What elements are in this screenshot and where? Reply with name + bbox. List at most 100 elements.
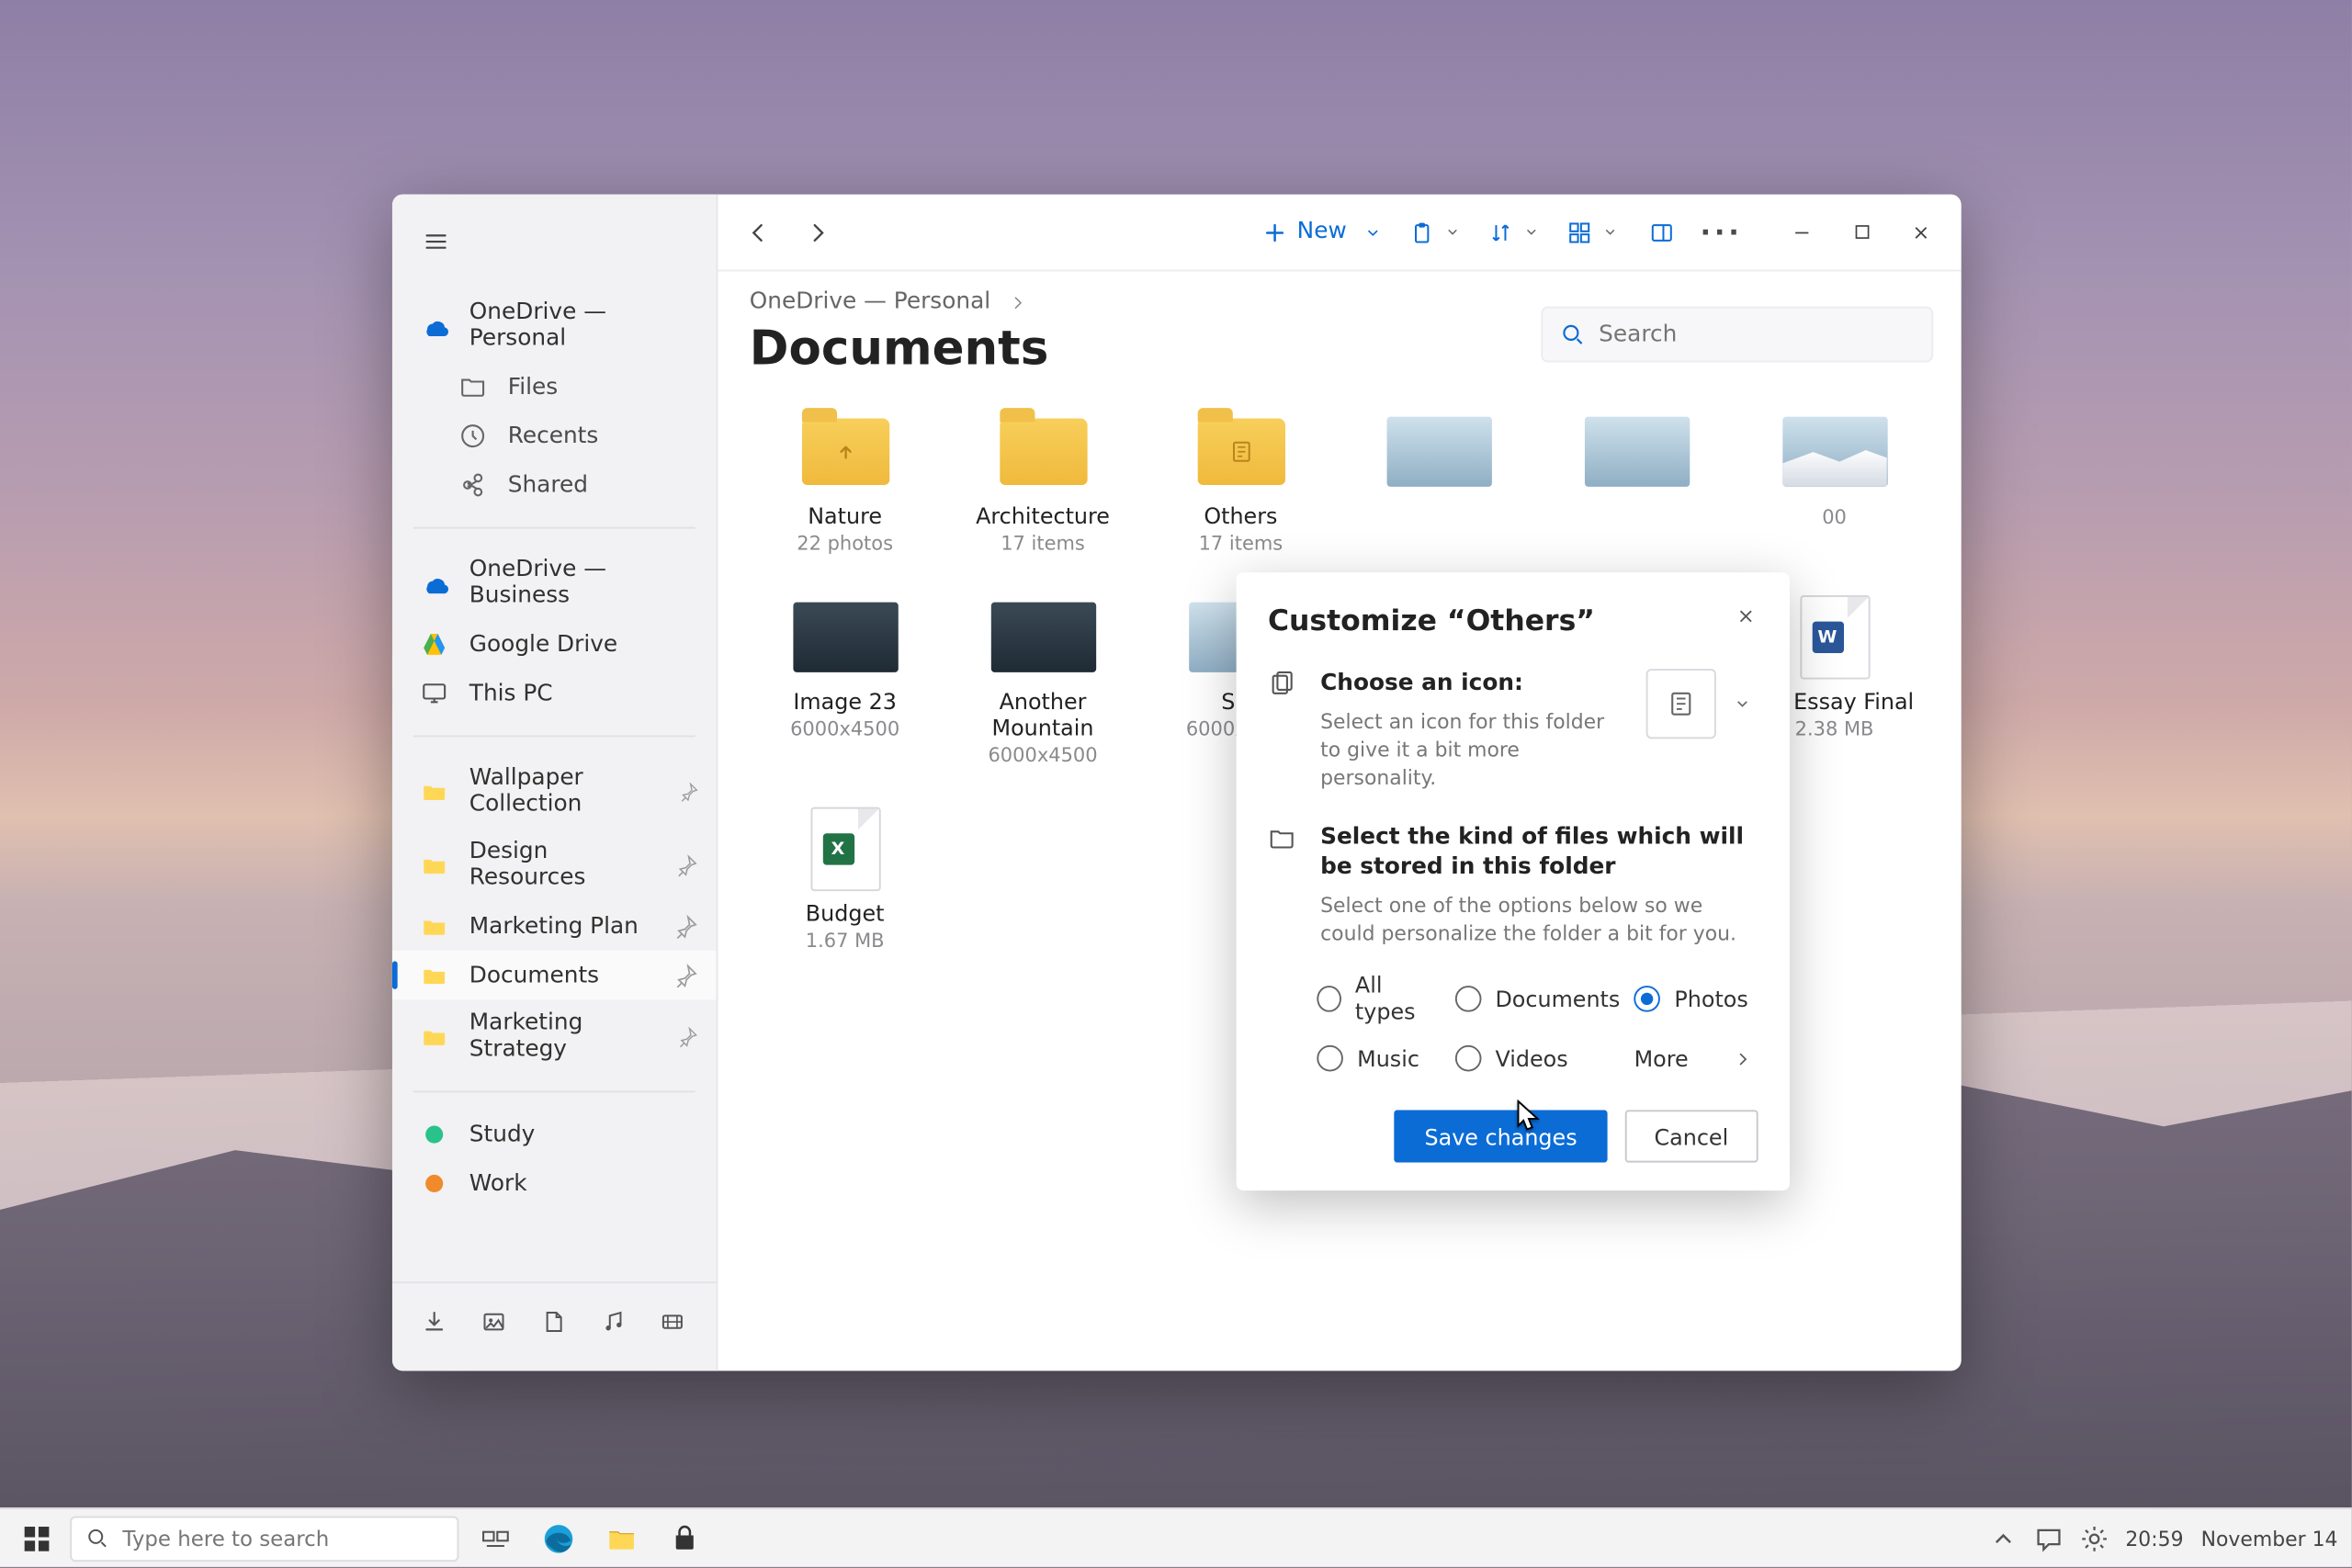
pictures-button[interactable] (469, 1297, 518, 1346)
grid-item[interactable]: 00 (1739, 400, 1930, 572)
layout-button[interactable] (1635, 206, 1688, 258)
chevron-down-icon (1444, 224, 1460, 240)
forward-button[interactable] (792, 206, 844, 258)
radio-photos[interactable]: Photos (1634, 972, 1758, 1024)
tag-study[interactable]: Study (392, 1110, 717, 1158)
more-icon: ··· (1700, 215, 1742, 248)
nav-label: Design Resources (469, 839, 655, 891)
grid-item[interactable]: X Budget 1.67 MB (750, 798, 941, 970)
search-box[interactable] (1541, 307, 1933, 363)
minimize-button[interactable] (1776, 206, 1828, 258)
windows-icon (23, 1524, 51, 1551)
toolbar: New ··· (718, 195, 1961, 272)
nav-label: OneDrive — Business (469, 557, 699, 609)
grid-item[interactable]: Another Mountain 6000x4500 (947, 587, 1138, 784)
sidebar: OneDrive — Personal Files Recents Shared (392, 195, 718, 1371)
radio-label: All types (1355, 972, 1441, 1024)
grid-item[interactable] (1541, 400, 1732, 572)
radio-music[interactable]: Music (1317, 1045, 1441, 1072)
nav-google-drive[interactable]: Google Drive (392, 620, 717, 669)
pin-icon (678, 1024, 699, 1049)
cancel-button[interactable]: Cancel (1624, 1111, 1758, 1163)
section-title: Select the kind of files which will be s… (1320, 822, 1758, 884)
grid-item[interactable]: Nature 22 photos (750, 400, 941, 572)
nav-onedrive-business[interactable]: OneDrive — Business (392, 547, 717, 620)
nav-this-pc[interactable]: This PC (392, 669, 717, 717)
edge-button[interactable] (532, 1512, 584, 1564)
section-title: Choose an icon: (1320, 669, 1625, 699)
sidebar-bottom-toolbar (392, 1281, 717, 1360)
icon-picker-dropdown[interactable] (1726, 669, 1758, 739)
pinned-folder-0[interactable]: Wallpaper Collection (392, 754, 717, 828)
hamburger-button[interactable] (410, 215, 462, 267)
paste-button[interactable] (1399, 206, 1471, 258)
pinned-folder-1[interactable]: Design Resources (392, 829, 717, 902)
nav-label: Files (508, 374, 558, 400)
search-input[interactable] (1599, 321, 1914, 348)
downloads-button[interactable] (410, 1297, 458, 1346)
customize-dialog: Customize “Others” Choose an icon: Selec… (1237, 572, 1790, 1190)
radio-all-types[interactable]: All types (1317, 972, 1441, 1024)
tray-chevron-icon[interactable] (1989, 1524, 2017, 1551)
nav-files[interactable]: Files (392, 363, 717, 412)
more-button[interactable]: ··· (1695, 206, 1747, 258)
pin-icon (674, 914, 699, 939)
documents-button[interactable] (529, 1297, 578, 1346)
radio-documents[interactable]: Documents (1455, 972, 1621, 1024)
taskbar-search[interactable]: Type here to search (70, 1516, 458, 1562)
folder-icon (1268, 824, 1299, 855)
chevron-down-icon (1602, 224, 1618, 240)
item-meta: 22 photos (797, 532, 893, 555)
music-button[interactable] (588, 1297, 637, 1346)
chevron-down-icon (1364, 223, 1382, 241)
new-button[interactable]: New (1251, 206, 1392, 258)
store-icon (671, 1524, 698, 1551)
dialog-close-button[interactable] (1726, 597, 1765, 636)
save-button[interactable]: Save changes (1395, 1111, 1607, 1163)
date: November 14 (2201, 1526, 2338, 1551)
maximize-button[interactable] (1835, 206, 1887, 258)
radio-icon (1455, 985, 1482, 1011)
item-meta: 6000x4500 (790, 717, 899, 740)
videos-button[interactable] (648, 1297, 696, 1346)
crumb-root[interactable]: OneDrive — Personal (750, 288, 990, 315)
more-options[interactable]: More (1634, 1045, 1758, 1072)
monitor-icon (420, 680, 447, 707)
nav-recents[interactable]: Recents (392, 412, 717, 460)
settings-icon[interactable] (2080, 1524, 2108, 1551)
pinned-folder-3[interactable]: Documents (392, 951, 717, 999)
tag-dot-icon (425, 1126, 443, 1144)
task-view-button[interactable] (469, 1512, 522, 1564)
nav-shared[interactable]: Shared (392, 460, 717, 509)
radio-videos[interactable]: Videos (1455, 1045, 1621, 1072)
tag-work[interactable]: Work (392, 1159, 717, 1208)
grid-item[interactable]: Others 17 items (1146, 400, 1337, 572)
explorer-button[interactable] (595, 1512, 648, 1564)
back-button[interactable] (732, 206, 785, 258)
file-icon: W (1799, 595, 1869, 679)
pinned-folder-4[interactable]: Marketing Strategy (392, 999, 717, 1073)
grid-item[interactable]: Image 23 6000x4500 (750, 587, 941, 784)
store-button[interactable] (659, 1512, 711, 1564)
clock: 20:59 (2125, 1526, 2183, 1551)
nav-label: Marketing Strategy (469, 1010, 657, 1063)
item-name: Image 23 (793, 688, 897, 715)
icon-preview[interactable] (1646, 669, 1716, 739)
pin-icon (674, 963, 699, 987)
radio-icon (1455, 1045, 1482, 1072)
pinned-folder-2[interactable]: Marketing Plan (392, 902, 717, 951)
grid-item[interactable] (1343, 400, 1534, 572)
taskbar: Type here to search 20:59 November 14 (0, 1507, 2352, 1567)
start-button[interactable] (14, 1516, 60, 1562)
hamburger-icon (424, 230, 448, 254)
chat-icon[interactable] (2034, 1524, 2062, 1551)
sort-button[interactable] (1478, 206, 1550, 258)
search-icon (85, 1527, 108, 1550)
view-button[interactable] (1556, 206, 1628, 258)
radio-icon (1317, 985, 1340, 1011)
nav-label: Wallpaper Collection (469, 765, 658, 818)
nav-onedrive-personal[interactable]: OneDrive — Personal (392, 288, 717, 362)
close-button[interactable] (1894, 206, 1947, 258)
grid-item[interactable]: Architecture 17 items (947, 400, 1138, 572)
folder-icon (420, 851, 447, 878)
